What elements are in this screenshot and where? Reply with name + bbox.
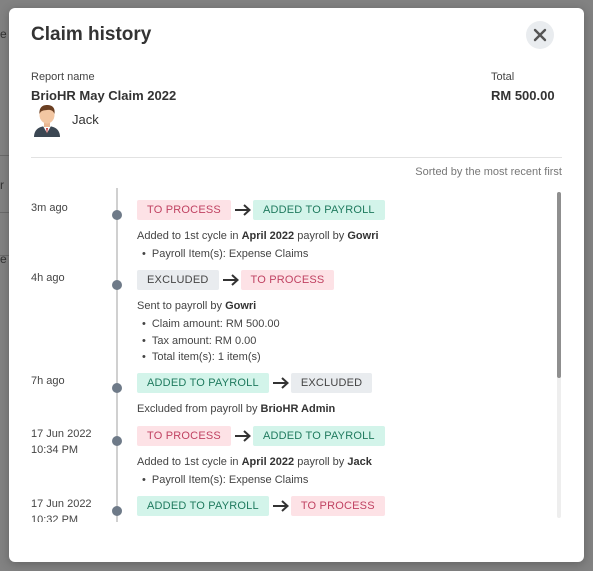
status-change: ADDED TO PAYROLL EXCLUDED — [137, 373, 373, 393]
timeline-line — [116, 188, 118, 522]
scrollbar-thumb[interactable] — [557, 192, 561, 378]
arrow-right-icon — [272, 500, 289, 512]
detail-item: Tax amount: RM 0.00 — [142, 333, 280, 350]
detail-item: Payroll Item(s): Expense Claims — [142, 472, 309, 489]
arrow-right-icon — [234, 430, 251, 442]
timeline[interactable]: 3m ago TO PROCESS ADDED TO PAYROLL Added… — [9, 188, 584, 522]
close-icon — [533, 28, 547, 42]
entry-description: Added to 1st cycle in April 2022 payroll… — [137, 456, 372, 468]
entry-details: Payroll Item(s): Expense Claims — [142, 472, 309, 489]
status-change: TO PROCESS ADDED TO PAYROLL — [137, 426, 385, 446]
entry-description: Excluded from payroll by BrioHR Admin — [137, 403, 336, 415]
timeline-dot — [112, 280, 122, 290]
arrow-right-icon — [222, 274, 239, 286]
status-badge-from: TO PROCESS — [137, 200, 231, 220]
sort-order-label: Sorted by the most recent first — [415, 166, 562, 178]
status-badge-from: ADDED TO PAYROLL — [137, 496, 269, 516]
entry-details: Payroll Item(s): Expense Claims — [142, 246, 309, 263]
status-change: EXCLUDED TO PROCESS — [137, 270, 335, 290]
timeline-dot — [112, 506, 122, 516]
entry-description: Added to 1st cycle in April 2022 payroll… — [137, 230, 379, 242]
avatar — [31, 103, 63, 137]
claim-history-modal: Claim history Report name BrioHR May Cla… — [9, 8, 584, 562]
modal-title: Claim history — [31, 24, 152, 45]
entry-time: 17 Jun 2022 10:32 PM — [31, 498, 92, 522]
report-name-label: Report name — [31, 71, 95, 83]
status-change: TO PROCESS ADDED TO PAYROLL — [137, 200, 385, 220]
timeline-dot — [112, 383, 122, 393]
total-label: Total — [491, 71, 515, 83]
entry-description: Sent to payroll by Gowri — [137, 300, 257, 312]
entry-time: 3m ago — [31, 202, 68, 214]
entry-details: Claim amount: RM 500.00 Tax amount: RM 0… — [142, 316, 280, 366]
scrollbar[interactable] — [557, 192, 561, 518]
status-badge-from: TO PROCESS — [137, 426, 231, 446]
close-button[interactable] — [526, 21, 554, 49]
entry-time: 7h ago — [31, 375, 65, 387]
timeline-dot — [112, 436, 122, 446]
detail-item: Total item(s): 1 item(s) — [142, 349, 280, 366]
status-badge-to: ADDED TO PAYROLL — [252, 200, 385, 220]
entry-time: 17 Jun 2022 10:34 PM — [31, 428, 92, 456]
status-change: ADDED TO PAYROLL TO PROCESS — [137, 496, 385, 516]
arrow-right-icon — [234, 204, 251, 216]
timeline-dot — [112, 210, 122, 220]
status-badge-to: TO PROCESS — [240, 270, 335, 290]
entry-time: 4h ago — [31, 272, 65, 284]
detail-item: Claim amount: RM 500.00 — [142, 316, 280, 333]
total-amount: RM 500.00 — [491, 88, 555, 103]
arrow-right-icon — [272, 377, 289, 389]
detail-item: Payroll Item(s): Expense Claims — [142, 246, 309, 263]
status-badge-to: TO PROCESS — [290, 496, 385, 516]
report-name: BrioHR May Claim 2022 — [31, 88, 177, 103]
status-badge-to: ADDED TO PAYROLL — [252, 426, 385, 446]
user-name: Jack — [72, 112, 99, 127]
header-divider — [31, 157, 562, 158]
status-badge-from: EXCLUDED — [137, 270, 219, 290]
status-badge-to: EXCLUDED — [290, 373, 373, 393]
status-badge-from: ADDED TO PAYROLL — [137, 373, 269, 393]
